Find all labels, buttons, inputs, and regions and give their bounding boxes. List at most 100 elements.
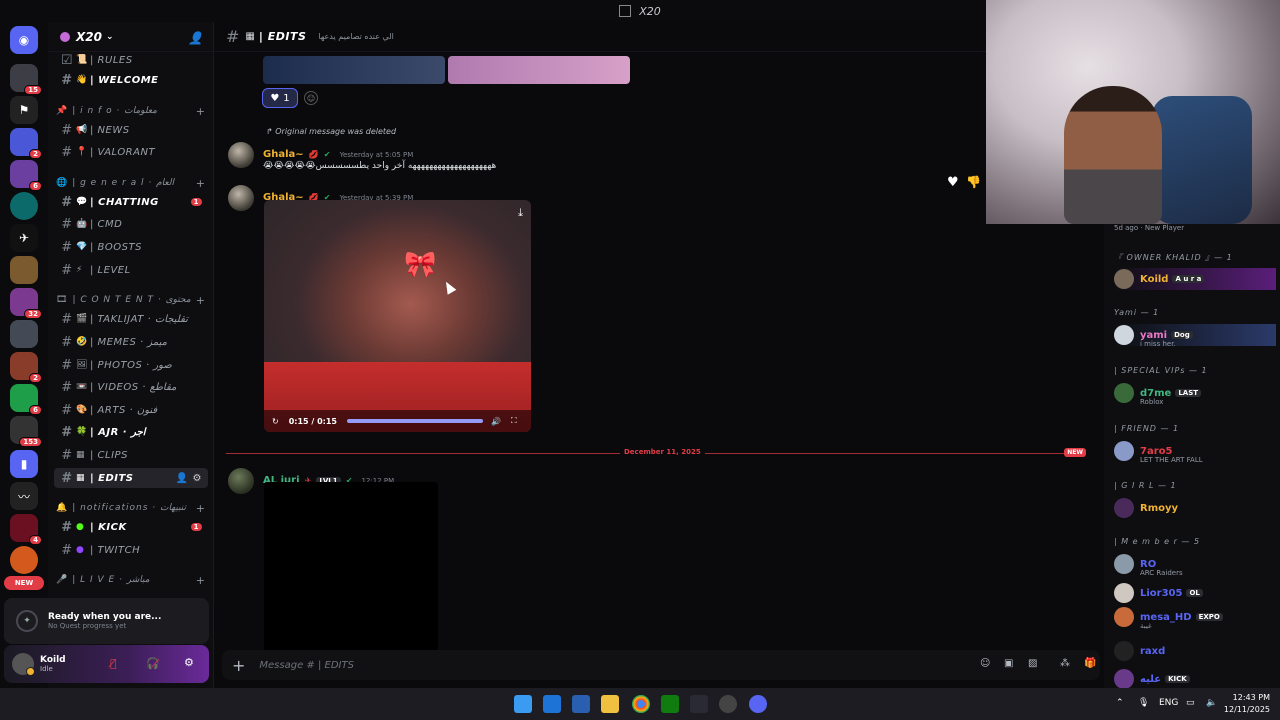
obs-icon[interactable] — [719, 695, 737, 713]
channel-edits[interactable]: # ▦ | EDITS 👤 ⚙ — [54, 468, 208, 488]
discord-home-icon[interactable]: ◉ — [10, 26, 38, 54]
apps-icon[interactable]: ⁂ — [1060, 658, 1070, 669]
deafen-icon[interactable]: 🎧̸ — [146, 657, 160, 670]
gif-icon[interactable]: ▣ — [1004, 658, 1013, 669]
category-content[interactable]: 🎞 | C O N T E N T · محتوى + — [56, 293, 206, 307]
add-channel-icon[interactable]: + — [196, 502, 206, 515]
add-attachment-icon[interactable]: + — [232, 656, 245, 675]
category-info[interactable]: 📌 | i n f o · معلومات + — [56, 104, 206, 118]
channel-news[interactable]: # 📢 | NEWS — [54, 120, 208, 140]
folder-icon[interactable]: ▮ — [10, 450, 38, 478]
member-item[interactable]: d7me LAST Roblox — [1114, 382, 1276, 406]
channel-kick[interactable]: # ● | KICK 1 — [54, 517, 208, 537]
channel-chatting[interactable]: # 💬 | CHATTING 1 — [54, 192, 208, 212]
category-notifications[interactable]: 🔔 | notifications · تنبيهات + — [56, 501, 206, 515]
chevron-up-icon[interactable]: ⌃ — [1116, 698, 1124, 708]
add-channel-icon[interactable]: + — [196, 294, 206, 307]
add-channel-icon[interactable]: + — [196, 105, 206, 118]
member-item[interactable]: 7aro5 LET THE ART FALL — [1114, 440, 1276, 464]
member-item[interactable]: raxd — [1114, 640, 1276, 662]
avatar[interactable] — [12, 653, 35, 676]
avatar[interactable] — [228, 468, 254, 494]
volume-icon[interactable]: 🔊 — [491, 417, 501, 426]
emoji-icon[interactable]: ☺ — [980, 658, 990, 669]
language-indicator[interactable]: ENG — [1159, 698, 1178, 708]
download-icon[interactable]: ⤓ — [518, 206, 523, 220]
discord-taskbar-icon[interactable] — [749, 695, 767, 713]
outlook-icon[interactable] — [543, 695, 561, 713]
clock[interactable]: 12:43 PM 12/11/2025 — [1224, 692, 1270, 716]
channel-ajr[interactable]: # 🍀 | AJR · اجر — [54, 422, 208, 442]
replay-icon[interactable]: ↻ — [272, 417, 279, 426]
server-icon[interactable]: 〰 — [10, 482, 38, 510]
add-member-icon[interactable]: 👤 — [188, 31, 203, 45]
fullscreen-icon[interactable]: ⛶ — [511, 416, 517, 426]
server-icon[interactable] — [10, 256, 38, 284]
server-icon[interactable]: 6 — [10, 384, 42, 415]
message-input[interactable] — [259, 659, 860, 671]
server-icon[interactable]: 15 — [10, 64, 42, 95]
avatar[interactable] — [228, 185, 254, 211]
thumbs-down-icon[interactable]: 👎 — [966, 175, 981, 189]
xbox-icon[interactable] — [661, 695, 679, 713]
server-icon[interactable] — [10, 320, 38, 348]
monitor-icon[interactable]: ▭ — [1186, 698, 1195, 708]
channel-photos[interactable]: # 🖼 | PHOTOS · صور — [54, 355, 208, 375]
channel-videos[interactable]: # 📼 | VIDEOS · مقاطع — [54, 377, 208, 397]
server-icon[interactable]: 2 — [10, 128, 42, 159]
avatar[interactable] — [228, 142, 254, 168]
channel-rules[interactable]: ☑ 📜 | RULES — [54, 50, 208, 70]
file-explorer-icon[interactable] — [601, 695, 619, 713]
member-item[interactable]: Koild A u r a — [1114, 268, 1276, 290]
member-item[interactable]: عليه KICK — [1114, 668, 1276, 688]
windows-start-icon[interactable] — [514, 695, 532, 713]
sticker-icon[interactable]: ▨ — [1028, 658, 1037, 669]
channel-taklijat[interactable]: # 🎬 | TAKLIJAT · تقليجات — [54, 309, 208, 329]
heart-reaction[interactable]: ♥ 1 — [262, 88, 298, 108]
channel-valorant[interactable]: # 📍 | VALORANT — [54, 142, 208, 162]
channel-welcome[interactable]: # 👋 | WELCOME — [54, 70, 208, 90]
member-item[interactable]: yami Dog i miss her. — [1114, 324, 1276, 348]
channel-settings-icon[interactable]: 👤 ⚙ — [176, 473, 202, 484]
channel-level[interactable]: # ⚡ | LEVEL — [54, 260, 208, 280]
server-icon[interactable]: 2 — [10, 352, 42, 383]
mute-mic-icon[interactable]: 🎙̸ — [110, 657, 117, 670]
server-icon[interactable]: 6 — [10, 160, 42, 191]
server-icon[interactable]: 4 — [10, 514, 42, 545]
server-icon[interactable]: 153 — [10, 416, 42, 447]
quest-card[interactable]: ✦ Ready when you are... No Quest progres… — [4, 598, 209, 644]
member-item[interactable]: RO ARC Raiders — [1114, 553, 1276, 577]
chrome-icon[interactable] — [632, 695, 650, 713]
attachment-image[interactable] — [263, 56, 445, 84]
server-icon[interactable] — [10, 192, 38, 220]
server-header[interactable]: X20 ⌄ 👤 — [48, 22, 213, 52]
heart-quick-react-icon[interactable]: ♥ — [947, 175, 959, 190]
video-attachment[interactable] — [264, 482, 438, 672]
channel-boosts[interactable]: # 💎 | BOOSTS — [54, 237, 208, 257]
add-reaction-icon[interactable]: ☺ — [304, 91, 318, 105]
server-icon[interactable] — [10, 546, 38, 574]
category-general[interactable]: 🌐 | g e n e r a l · العام + — [56, 176, 206, 190]
category-live[interactable]: 🎤 | L I V E · مباشر + — [56, 573, 206, 587]
video-player[interactable]: 🎀 ⤓ ↻ 0:15 / 0:15 🔊 ⛶ — [264, 200, 531, 432]
volume-icon[interactable]: 🔈 — [1206, 698, 1217, 708]
member-item[interactable]: Lior305 OL — [1114, 582, 1276, 604]
channel-clips[interactable]: # ▦ | CLIPS — [54, 445, 208, 465]
gift-icon[interactable]: 🎁 — [1084, 658, 1096, 669]
attachment-image[interactable] — [448, 56, 630, 84]
store-icon[interactable] — [572, 695, 590, 713]
app-icon[interactable] — [690, 695, 708, 713]
channel-twitch[interactable]: # ● | TWITCH — [54, 540, 208, 560]
video-progress-bar[interactable] — [347, 419, 483, 423]
microphone-icon[interactable]: 🎙 — [1138, 698, 1149, 708]
add-channel-icon[interactable]: + — [196, 574, 206, 587]
member-item[interactable]: mesa_HD EXPO غيبة — [1114, 606, 1276, 630]
channel-memes[interactable]: # 🤣 | MEMES · ميمز — [54, 332, 208, 352]
channel-arts[interactable]: # 🎨 | ARTS · فنون — [54, 400, 208, 420]
server-icon[interactable]: 32 — [10, 288, 42, 319]
author-name[interactable]: Ghala~ — [263, 149, 304, 160]
add-channel-icon[interactable]: + — [196, 177, 206, 190]
new-unreads-pill[interactable]: NEW — [4, 576, 44, 590]
server-icon[interactable]: ✈ — [10, 224, 38, 252]
server-icon[interactable]: ⚑ — [10, 96, 38, 124]
